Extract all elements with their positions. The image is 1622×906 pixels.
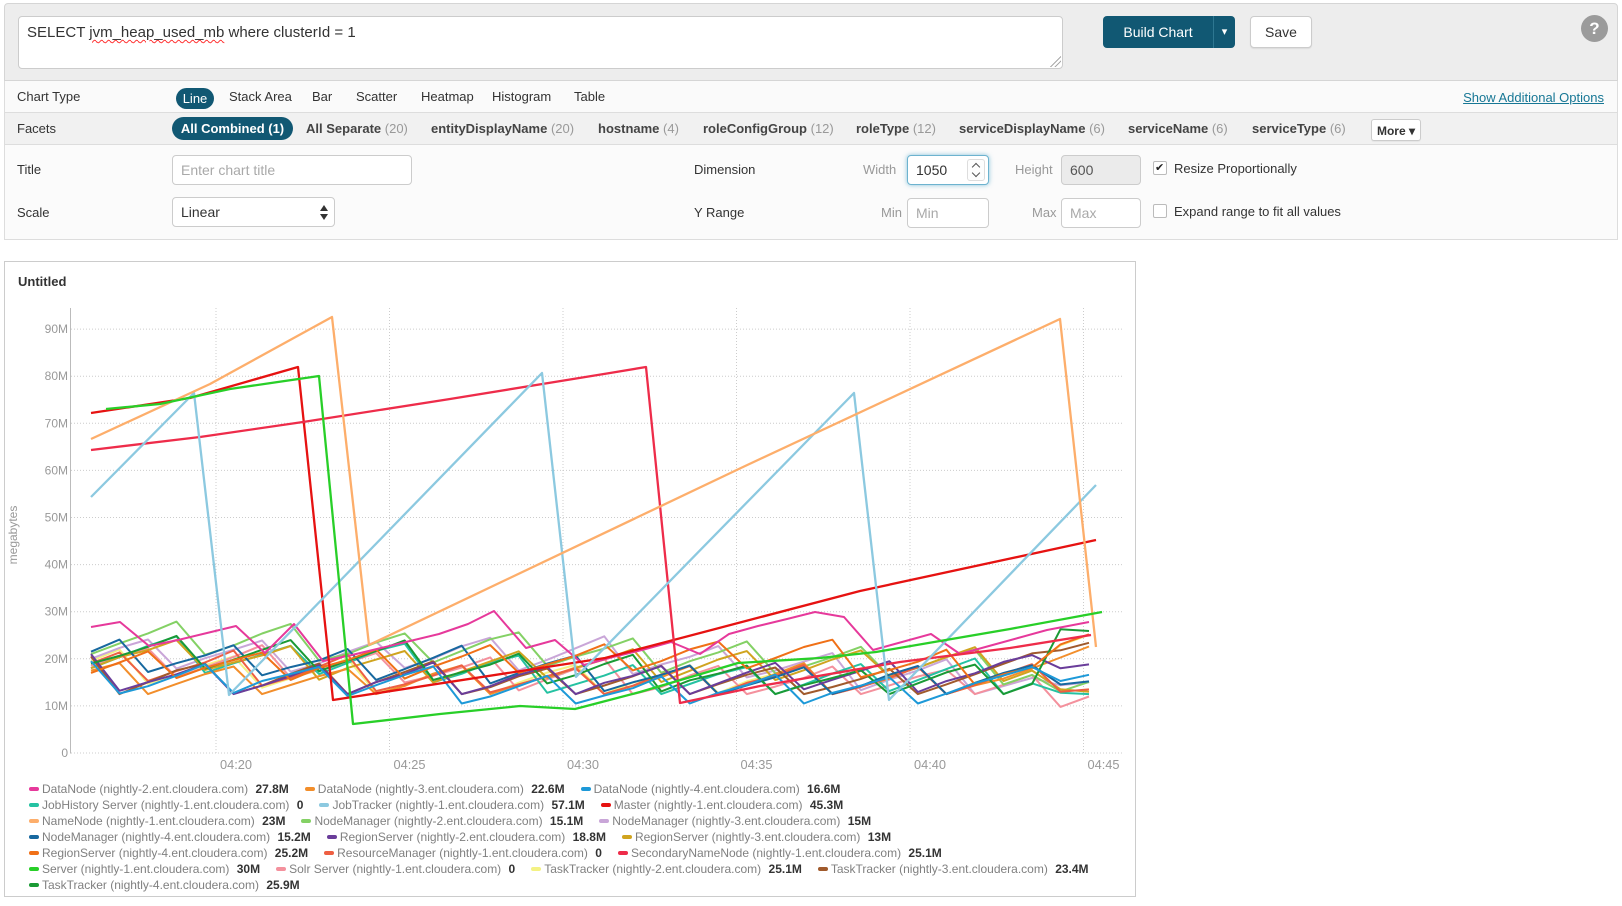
svg-text:04:35: 04:35 [741, 757, 773, 772]
svg-text:70M: 70M [45, 416, 68, 430]
svg-text:04:25: 04:25 [394, 757, 426, 772]
svg-text:90M: 90M [45, 322, 68, 336]
svg-text:40M: 40M [45, 558, 68, 572]
svg-text:10M: 10M [45, 699, 68, 713]
svg-text:20M: 20M [45, 652, 68, 666]
svg-text:0: 0 [61, 746, 68, 760]
svg-text:30M: 30M [45, 605, 68, 619]
svg-text:50M: 50M [45, 511, 68, 525]
svg-text:80M: 80M [45, 369, 68, 383]
svg-text:04:30: 04:30 [567, 757, 599, 772]
svg-text:04:40: 04:40 [914, 757, 946, 772]
svg-text:megabytes: megabytes [6, 506, 20, 565]
svg-text:60M: 60M [45, 463, 68, 477]
svg-text:04:20: 04:20 [220, 757, 252, 772]
svg-text:04:45: 04:45 [1088, 757, 1120, 772]
